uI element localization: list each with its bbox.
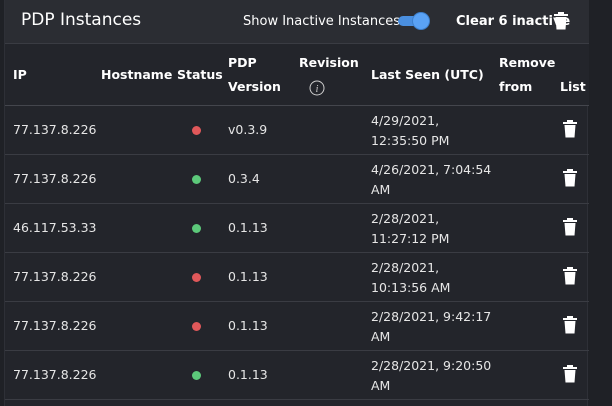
table-row: 77.137.8.226 0.1.13 2/28/2021, 9:20:50 AM <box>5 351 589 400</box>
remove-row-trash-icon[interactable] <box>563 169 577 187</box>
column-ip[interactable]: IP <box>13 63 27 87</box>
ip-cell: 77.137.8.226 <box>13 269 97 284</box>
remove-row-trash-icon[interactable] <box>563 218 577 236</box>
ip-cell: 77.137.8.226 <box>13 171 97 186</box>
column-status[interactable]: Status <box>177 63 223 87</box>
last-seen-line1: 2/28/2021, 9:42:17 <box>371 309 492 324</box>
ip-cell: 77.137.8.226 <box>13 122 97 137</box>
show-inactive-label: Show Inactive Instances <box>243 14 400 29</box>
ip-cell: 46.117.53.33 <box>13 220 97 235</box>
version-cell: 0.1.13 <box>228 220 268 235</box>
version-cell: 0.1.13 <box>228 269 268 284</box>
remove-row-trash-icon[interactable] <box>563 267 577 285</box>
page-title: PDP Instances <box>21 10 142 30</box>
last-seen-line2: AM <box>371 329 391 344</box>
table-row: 77.137.8.226 0.3.4 4/26/2021, 7:04:54 AM <box>5 155 589 204</box>
trash-icon[interactable] <box>554 12 568 30</box>
version-cell: 0.1.13 <box>228 367 268 382</box>
version-cell: 0.1.13 <box>228 318 268 333</box>
column-version-line1[interactable]: PDP <box>228 51 257 75</box>
table-header: IP Hostname Status PDP Version Revision … <box>5 44 589 106</box>
last-seen-line1: 2/28/2021, <box>371 211 440 226</box>
column-last-seen[interactable]: Last Seen (UTC) <box>371 63 484 87</box>
last-seen-line2: 11:27:12 PM <box>371 231 450 246</box>
last-seen-line1: 4/26/2021, 7:04:54 <box>371 162 492 177</box>
remove-row-trash-icon[interactable] <box>563 120 577 138</box>
last-seen-line1: 2/28/2021, 9:20:50 <box>371 358 492 373</box>
table-row: 77.137.8.226 v0.3.9 4/29/2021, 12:35:50 PM <box>5 106 589 155</box>
version-cell: v0.3.9 <box>228 122 268 137</box>
last-seen-line2: AM <box>371 378 391 393</box>
table-row: 46.117.53.33 0.1.13 2/28/2021, 11:27:12 PM <box>5 204 589 253</box>
toggle-knob <box>413 13 429 29</box>
status-dot <box>192 322 201 331</box>
ip-cell: 77.137.8.226 <box>13 367 97 382</box>
remove-row-trash-icon[interactable] <box>563 365 577 383</box>
last-seen-line1: 4/29/2021, <box>371 113 440 128</box>
column-hostname[interactable]: Hostname <box>101 63 172 87</box>
svg-text:i: i <box>316 84 319 95</box>
last-seen-line1: 2/28/2021, <box>371 260 440 275</box>
status-dot <box>192 126 201 135</box>
pdp-instances-panel: PDP Instances Show Inactive Instances Cl… <box>4 0 589 406</box>
status-dot <box>192 371 201 380</box>
column-version-line2[interactable]: Version <box>228 75 281 99</box>
ip-cell: 77.137.8.226 <box>13 318 97 333</box>
status-dot <box>192 175 201 184</box>
status-dot <box>192 224 201 233</box>
last-seen-line2: 12:35:50 PM <box>371 133 450 148</box>
show-inactive-toggle[interactable] <box>398 13 429 29</box>
table-row: 77.137.8.226 0.1.13 2/28/2021, 9:42:17 AM <box>5 302 589 351</box>
last-seen-line2: 10:13:56 AM <box>371 280 451 295</box>
table-row: 77.137.8.226 0.1.13 2/28/2021, 10:13:56 AM <box>5 253 589 302</box>
version-cell: 0.3.4 <box>228 171 260 186</box>
column-remove-line2: List <box>560 79 586 94</box>
column-revision[interactable]: Revision <box>299 51 359 75</box>
info-icon[interactable]: i <box>309 80 325 96</box>
remove-row-trash-icon[interactable] <box>563 316 577 334</box>
status-dot <box>192 273 201 282</box>
panel-header: PDP Instances Show Inactive Instances Cl… <box>5 0 589 44</box>
last-seen-line2: AM <box>371 182 391 197</box>
